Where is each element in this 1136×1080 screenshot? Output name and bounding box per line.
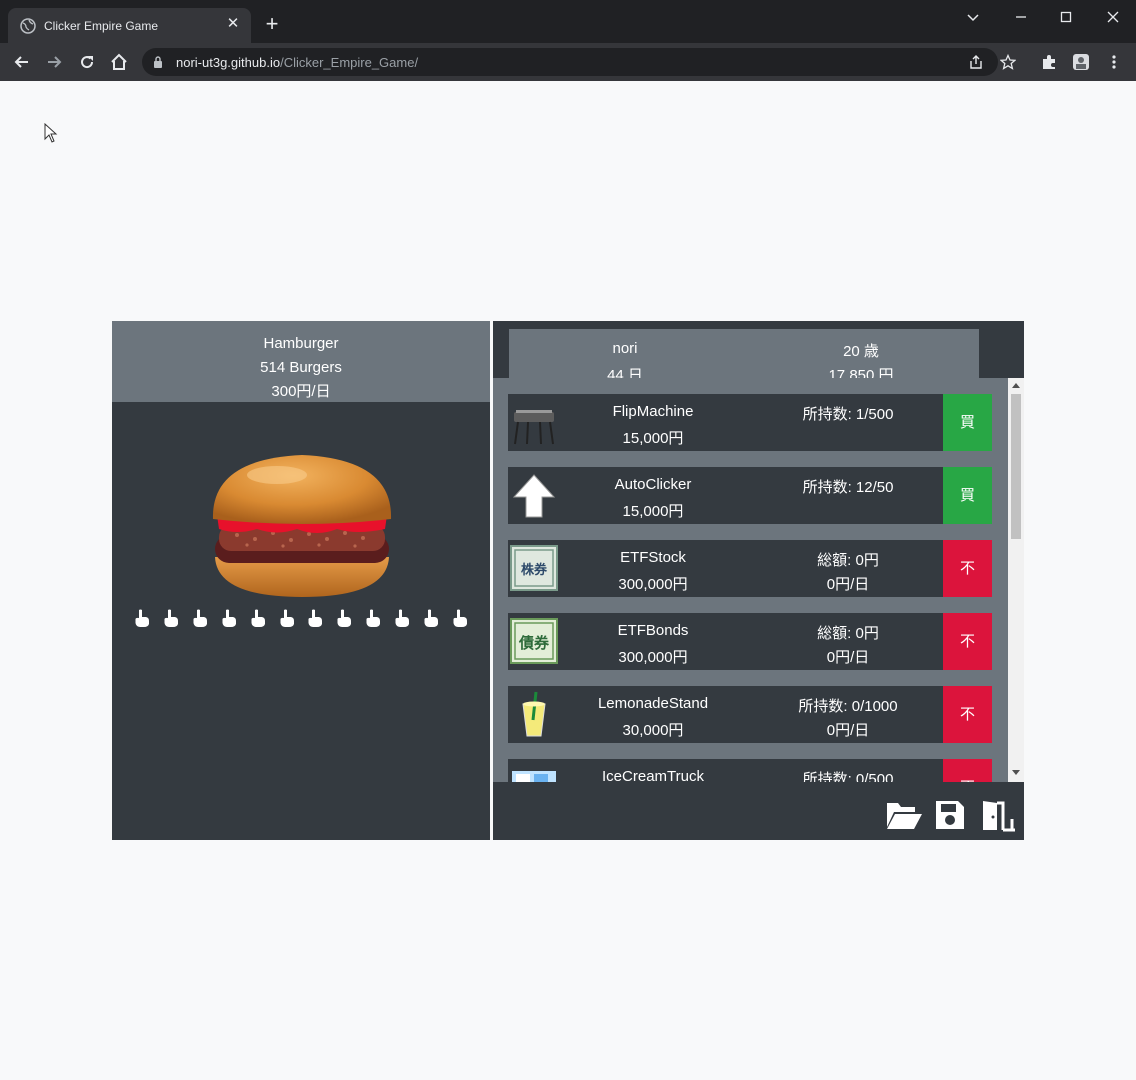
autoclicker-hands-row bbox=[134, 609, 474, 629]
ice-cream-truck-icon bbox=[512, 771, 556, 782]
buy-button[interactable]: 不 bbox=[943, 613, 992, 670]
shop-item[interactable]: AutoClicker 15,000円 所持数: 12/50 買 bbox=[508, 467, 992, 524]
item-name: ETFStock bbox=[620, 549, 686, 566]
shop-item[interactable]: 株券 ETFStock 300,000円 総額: 0円 0円/日 不 bbox=[508, 540, 992, 597]
pointing-hand-icon bbox=[308, 609, 323, 627]
pointing-hand-icon bbox=[193, 609, 207, 627]
item-name: LemonadeStand bbox=[597, 695, 709, 712]
user-name: nori bbox=[612, 340, 638, 357]
item-income: 0円/日 bbox=[826, 649, 870, 666]
open-folder-icon[interactable] bbox=[885, 797, 923, 833]
extensions-puzzle-icon[interactable] bbox=[1040, 53, 1058, 71]
burger-title: Hamburger bbox=[263, 335, 339, 352]
stock-certificate-icon: 株券 bbox=[510, 545, 558, 591]
lemonade-icon bbox=[522, 691, 546, 737]
burger-count: 514 Burgers bbox=[260, 359, 342, 376]
buy-button[interactable]: 不 bbox=[943, 686, 992, 743]
item-stat: 所持数: 1/500 bbox=[802, 406, 894, 423]
pointing-hand-icon bbox=[453, 609, 467, 627]
scroll-down-arrow-icon[interactable] bbox=[1012, 770, 1020, 775]
item-list[interactable]: FlipMachine 15,000円 所持数: 1/500 買 AutoClicker… bbox=[493, 378, 1008, 782]
shop-item[interactable]: LemonadeStand 30,000円 所持数: 0/1000 0円/日 不 bbox=[508, 686, 992, 743]
reload-icon[interactable] bbox=[77, 52, 97, 72]
share-icon[interactable] bbox=[968, 54, 984, 70]
home-icon[interactable] bbox=[109, 52, 129, 72]
burger-stats-header: Hamburger 514 Burgers 300円/日 bbox=[112, 321, 490, 402]
item-stat: 所持数: 0/1000 bbox=[798, 698, 898, 715]
scroll-up-arrow-icon[interactable] bbox=[1012, 383, 1020, 388]
item-name: FlipMachine bbox=[612, 403, 694, 420]
pointing-hand-icon bbox=[424, 609, 438, 627]
item-stat: 総額: 0円 bbox=[817, 625, 879, 642]
address-bar[interactable]: nori-ut3g.github.io/Clicker_Empire_Game/ bbox=[142, 48, 1016, 76]
tab-close-icon[interactable]: ✕ bbox=[223, 14, 243, 34]
item-stat: 所持数: 0/500 bbox=[802, 771, 894, 782]
pointing-hand-icon bbox=[337, 609, 352, 627]
item-income: 0円/日 bbox=[826, 576, 870, 593]
maximize-icon[interactable] bbox=[1055, 6, 1077, 28]
pointing-hand-icon bbox=[395, 609, 410, 627]
bond-certificate-icon: 債券 bbox=[510, 618, 558, 664]
item-stat: 総額: 0円 bbox=[817, 552, 879, 569]
shop-panel: nori 20 歳 44 日 17,850 円 FlipMachine 15,00… bbox=[493, 321, 1024, 840]
hamburger-click-target-icon[interactable] bbox=[207, 449, 397, 599]
browser-tab[interactable]: Clicker Empire Game ✕ bbox=[8, 8, 251, 43]
item-price: 30,000円 bbox=[622, 722, 684, 739]
burger-rate: 300円/日 bbox=[271, 383, 331, 400]
menu-kebab-icon[interactable] bbox=[1105, 53, 1123, 71]
exit-door-icon[interactable] bbox=[977, 797, 1017, 833]
item-name: ETFBonds bbox=[617, 622, 689, 639]
tab-search-chevron-icon[interactable] bbox=[962, 6, 984, 28]
item-price: 300,000円 bbox=[618, 649, 688, 666]
bookmark-star-icon[interactable] bbox=[1000, 54, 1016, 70]
save-disk-icon[interactable] bbox=[934, 797, 966, 833]
tab-title: Clicker Empire Game bbox=[44, 19, 159, 33]
grill-icon bbox=[514, 410, 554, 445]
item-name: AutoClicker bbox=[614, 476, 692, 493]
back-icon[interactable] bbox=[12, 52, 32, 72]
shop-item[interactable]: FlipMachine 15,000円 所持数: 1/500 買 bbox=[508, 394, 992, 451]
item-stat: 所持数: 12/50 bbox=[802, 479, 894, 496]
pointing-hand-icon bbox=[251, 609, 265, 627]
url-text: nori-ut3g.github.io/Clicker_Empire_Game/ bbox=[176, 55, 419, 70]
buy-button[interactable]: 買 bbox=[943, 467, 992, 524]
item-price: 15,000円 bbox=[622, 430, 684, 447]
shop-item[interactable]: IceCreamTruck 所持数: 0/500 不 bbox=[508, 759, 992, 782]
pointing-hand-icon bbox=[222, 609, 236, 627]
forward-icon[interactable] bbox=[44, 52, 64, 72]
browser-toolbar: nori-ut3g.github.io/Clicker_Empire_Game/ bbox=[0, 43, 1136, 81]
item-income: 0円/日 bbox=[826, 722, 870, 739]
minimize-icon[interactable] bbox=[1010, 6, 1032, 28]
user-age: 20 歳 bbox=[843, 343, 879, 360]
cursor-arrow-icon bbox=[512, 474, 556, 518]
globe-icon bbox=[20, 18, 36, 34]
pointing-hand-icon bbox=[135, 609, 149, 627]
profile-avatar-icon[interactable] bbox=[1072, 53, 1090, 71]
buy-button[interactable]: 不 bbox=[943, 540, 992, 597]
burger-panel: Hamburger 514 Burgers 300円/日 bbox=[112, 321, 490, 840]
pointing-hand-icon bbox=[280, 609, 294, 627]
close-window-icon[interactable] bbox=[1102, 6, 1124, 28]
item-price: 15,000円 bbox=[622, 503, 684, 520]
buy-button[interactable]: 不 bbox=[943, 759, 992, 782]
mouse-pointer-icon bbox=[44, 123, 58, 143]
browser-tabstrip: Clicker Empire Game ✕ + bbox=[0, 0, 1136, 43]
svg-text:債券: 債券 bbox=[518, 634, 550, 652]
pointing-hand-icon bbox=[366, 609, 381, 627]
svg-text:株券: 株券 bbox=[521, 562, 548, 578]
scrollbar-thumb[interactable] bbox=[1011, 394, 1021, 539]
buy-button[interactable]: 買 bbox=[943, 394, 992, 451]
new-tab-button[interactable]: + bbox=[262, 13, 282, 35]
shop-item[interactable]: 債券 ETFBonds 300,000円 総額: 0円 0円/日 不 bbox=[508, 613, 992, 670]
item-price: 300,000円 bbox=[618, 576, 688, 593]
lock-icon bbox=[154, 56, 162, 68]
item-name: IceCreamTruck bbox=[602, 768, 704, 782]
item-list-scrollbar[interactable] bbox=[1008, 378, 1024, 782]
pointing-hand-icon bbox=[164, 609, 178, 627]
